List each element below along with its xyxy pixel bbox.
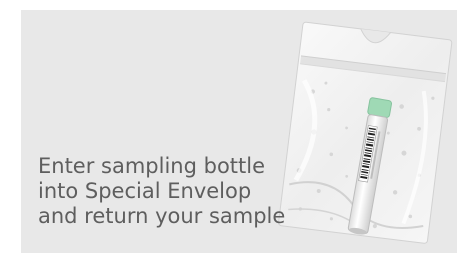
instruction-text: Enter sampling bottle into Special Envel… (38, 154, 338, 229)
instruction-card: Enter sampling bottle into Special Envel… (0, 0, 472, 261)
instruction-line-2: into Special Envelop (38, 179, 252, 203)
instruction-line-3: and return your sample (38, 204, 286, 228)
instruction-line-1: Enter sampling bottle (38, 154, 266, 178)
